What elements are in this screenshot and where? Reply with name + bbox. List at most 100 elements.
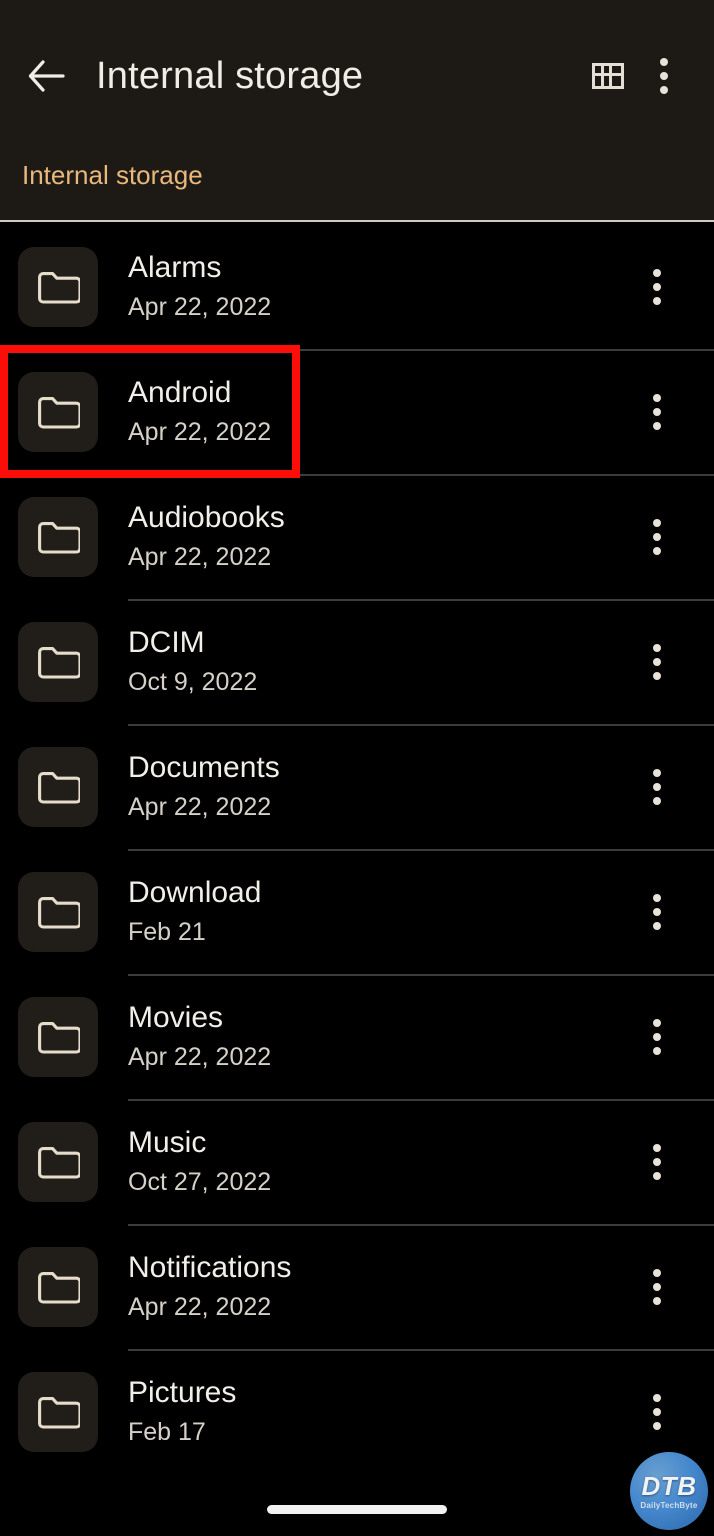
arrow-left-icon xyxy=(26,59,66,93)
folder-name-label: Notifications xyxy=(128,1251,292,1284)
row-text-block: Download Feb 21 xyxy=(128,874,622,949)
folder-icon xyxy=(36,1144,80,1180)
app-bar-overflow-button[interactable] xyxy=(636,48,692,104)
table-row[interactable]: Download Feb 21 xyxy=(0,849,714,974)
folder-name-label: Pictures xyxy=(128,1376,237,1409)
folder-icon-tile xyxy=(18,496,98,577)
breadcrumb: Internal storage xyxy=(0,140,714,210)
file-list[interactable]: Alarms Apr 22, 2022 Android Apr 22, 2022 Aud… xyxy=(0,224,714,1496)
row-divider xyxy=(128,1099,714,1101)
folder-name-label: Music xyxy=(128,1126,207,1159)
row-divider xyxy=(128,974,714,976)
row-text-block: Alarms Apr 22, 2022 xyxy=(128,249,622,324)
row-overflow-button[interactable] xyxy=(622,872,692,952)
row-text-block: Pictures Feb 17 xyxy=(128,1374,622,1449)
folder-name-label: Android xyxy=(128,376,232,409)
folder-name-label: Audiobooks xyxy=(128,501,285,534)
more-vert-icon xyxy=(653,1268,661,1305)
page-title: Internal storage xyxy=(96,54,364,97)
table-row[interactable]: Audiobooks Apr 22, 2022 xyxy=(0,474,714,599)
table-row[interactable]: Documents Apr 22, 2022 xyxy=(0,724,714,849)
folder-date-label: Apr 22, 2022 xyxy=(128,293,272,321)
folder-date-label: Feb 17 xyxy=(128,1418,206,1446)
breadcrumb-item-internal-storage[interactable]: Internal storage xyxy=(22,160,203,191)
grid-view-button[interactable] xyxy=(580,48,636,104)
table-row[interactable]: Music Oct 27, 2022 xyxy=(0,1099,714,1224)
table-row[interactable]: Pictures Feb 17 xyxy=(0,1349,714,1474)
more-vert-icon xyxy=(653,393,661,430)
folder-date-label: Oct 9, 2022 xyxy=(128,668,258,696)
row-overflow-button[interactable] xyxy=(622,247,692,327)
row-text-block: Notifications Apr 22, 2022 xyxy=(128,1249,622,1324)
row-divider xyxy=(128,474,714,476)
folder-name-label: Download xyxy=(128,876,262,909)
folder-icon xyxy=(36,519,80,555)
row-overflow-button[interactable] xyxy=(622,372,692,452)
folder-icon-tile xyxy=(18,871,98,952)
row-overflow-button[interactable] xyxy=(622,997,692,1077)
folder-date-label: Apr 22, 2022 xyxy=(128,543,272,571)
more-vert-icon xyxy=(653,768,661,805)
row-text-block: Documents Apr 22, 2022 xyxy=(128,749,622,824)
table-row[interactable]: Android Apr 22, 2022 xyxy=(0,349,714,474)
folder-name-label: Movies xyxy=(128,1001,224,1034)
row-divider xyxy=(128,849,714,851)
row-divider xyxy=(128,724,714,726)
folder-icon-tile xyxy=(18,621,98,702)
app-bar-actions xyxy=(580,48,692,104)
grid-view-icon xyxy=(592,63,624,89)
folder-name-label: DCIM xyxy=(128,626,205,659)
app-bar: Internal storage Internal storage xyxy=(0,0,714,222)
folder-icon-tile xyxy=(18,1371,98,1452)
folder-icon-tile xyxy=(18,1246,98,1327)
row-overflow-button[interactable] xyxy=(622,1247,692,1327)
folder-name-label: Alarms xyxy=(128,251,222,284)
table-row[interactable]: Movies Apr 22, 2022 xyxy=(0,974,714,1099)
folder-icon-tile xyxy=(18,371,98,452)
folder-icon xyxy=(36,1269,80,1305)
row-divider xyxy=(128,599,714,601)
row-divider xyxy=(128,349,714,351)
more-vert-icon xyxy=(653,1393,661,1430)
row-divider xyxy=(128,1349,714,1351)
folder-icon-tile xyxy=(18,996,98,1077)
app-bar-top-row: Internal storage xyxy=(0,42,714,110)
more-vert-icon xyxy=(660,58,668,94)
watermark-main-text: DTB xyxy=(641,1470,697,1501)
gesture-navigation-bar[interactable] xyxy=(267,1505,447,1514)
row-text-block: Music Oct 27, 2022 xyxy=(128,1124,622,1199)
row-overflow-button[interactable] xyxy=(622,622,692,702)
table-row[interactable]: Notifications Apr 22, 2022 xyxy=(0,1224,714,1349)
more-vert-icon xyxy=(653,268,661,305)
row-overflow-button[interactable] xyxy=(622,497,692,577)
row-overflow-button[interactable] xyxy=(622,1372,692,1452)
folder-icon xyxy=(36,769,80,805)
watermark-badge: DTB DailyTechByte xyxy=(630,1452,708,1530)
more-vert-icon xyxy=(653,1018,661,1055)
folder-icon xyxy=(36,1019,80,1055)
folder-icon-tile xyxy=(18,1121,98,1202)
folder-date-label: Feb 21 xyxy=(128,918,206,946)
folder-name-label: Documents xyxy=(128,751,280,784)
folder-icon xyxy=(36,269,80,305)
folder-date-label: Oct 27, 2022 xyxy=(128,1168,272,1196)
row-text-block: Android Apr 22, 2022 xyxy=(128,374,622,449)
folder-date-label: Apr 22, 2022 xyxy=(128,1043,272,1071)
folder-icon xyxy=(36,1394,80,1430)
folder-icon xyxy=(36,394,80,430)
folder-icon-tile xyxy=(18,246,98,327)
row-overflow-button[interactable] xyxy=(622,747,692,827)
table-row[interactable]: DCIM Oct 9, 2022 xyxy=(0,599,714,724)
watermark-sub-text: DailyTechByte xyxy=(640,1500,698,1510)
folder-icon-tile xyxy=(18,746,98,827)
folder-icon xyxy=(36,894,80,930)
folder-date-label: Apr 22, 2022 xyxy=(128,793,272,821)
row-overflow-button[interactable] xyxy=(622,1122,692,1202)
table-row[interactable]: Alarms Apr 22, 2022 xyxy=(0,224,714,349)
file-manager-screen: Internal storage Internal storage Alarms… xyxy=(0,0,714,1536)
more-vert-icon xyxy=(653,518,661,555)
row-text-block: Movies Apr 22, 2022 xyxy=(128,999,622,1074)
more-vert-icon xyxy=(653,1143,661,1180)
back-button[interactable] xyxy=(14,44,78,108)
folder-date-label: Apr 22, 2022 xyxy=(128,1293,272,1321)
